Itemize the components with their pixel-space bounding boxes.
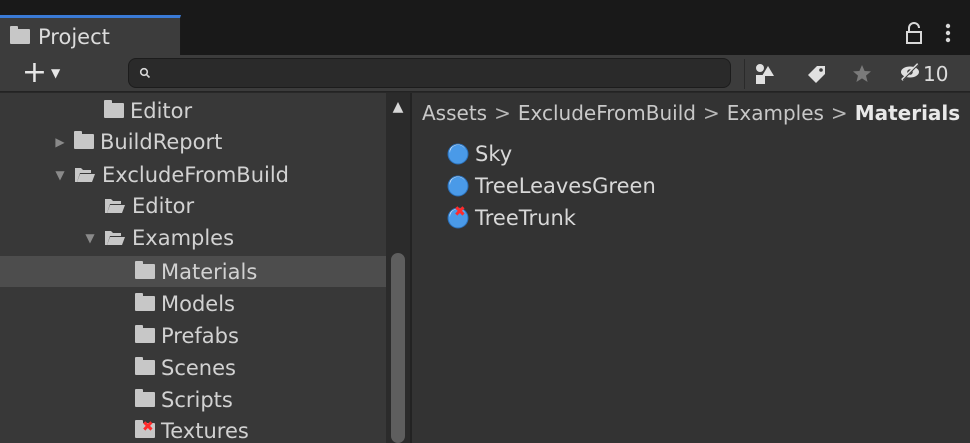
breadcrumb-separator: > — [702, 101, 720, 125]
asset-list-panel: Assets > ExcludeFromBuild > Examples > Materia… — [412, 93, 970, 443]
tree-item-excludefrombuild[interactable]: ▼ ExcludeFromBuild — [0, 159, 386, 190]
asset-item-sky[interactable]: Sky — [447, 138, 512, 169]
project-window: Project + ▼ 10 Editor ▶ BuildReport ▼ Ex… — [0, 0, 970, 443]
tree-item-label: Editor — [132, 193, 195, 218]
breadcrumb-separator: > — [494, 101, 511, 125]
tree-item-prefabs[interactable]: Prefabs — [0, 320, 386, 351]
create-button[interactable]: + ▼ — [2, 57, 80, 89]
breadcrumb-separator: > — [830, 101, 848, 125]
tab-project[interactable]: Project — [0, 15, 181, 55]
tree-item-label: Materials — [161, 259, 258, 284]
tree-item-label: Prefabs — [161, 323, 239, 348]
asset-item-treeleavesgreen[interactable]: TreeLeavesGreen — [447, 170, 656, 201]
asset-label: TreeTrunk — [475, 205, 576, 230]
tree-item-scenes[interactable]: Scenes — [0, 352, 386, 383]
filter-by-label-icon[interactable] — [800, 58, 834, 90]
chevron-down-icon: ▼ — [50, 66, 61, 80]
lock-icon[interactable] — [903, 20, 925, 46]
tree-item-scripts[interactable]: Scripts — [0, 384, 386, 415]
hidden-packages-icon — [899, 62, 921, 86]
folder-open-icon — [104, 198, 126, 214]
hidden-packages-button[interactable]: 10 — [899, 58, 969, 90]
folder-icon — [135, 357, 155, 375]
asset-label: Sky — [475, 141, 513, 166]
material-icon — [447, 143, 469, 165]
tree-item-examples[interactable]: ▼ Examples — [0, 222, 386, 253]
chevron-right-icon[interactable]: ▶ — [52, 135, 68, 149]
folder-icon — [135, 261, 155, 279]
folder-icon — [10, 26, 30, 44]
breadcrumb-current[interactable]: Materials — [855, 101, 961, 125]
asset-item-treetrunk[interactable]: ✖ TreeTrunk — [447, 202, 576, 233]
filter-by-type-icon[interactable] — [748, 58, 782, 90]
search-icon — [139, 64, 151, 83]
tree-item-label: Scripts — [161, 387, 233, 412]
folder-tree: Editor ▶ BuildReport ▼ ExcludeFromBuild — [0, 93, 410, 443]
plus-icon: + — [21, 55, 47, 90]
chevron-down-icon[interactable]: ▼ — [52, 168, 68, 182]
tree-item-textures[interactable]: ✖ Textures — [0, 415, 386, 443]
error-x-icon: ✖ — [142, 419, 154, 435]
error-x-icon: ✖ — [454, 203, 466, 220]
toolbar: + ▼ 10 — [0, 55, 970, 92]
tree-item-buildreport[interactable]: ▶ BuildReport — [0, 126, 386, 157]
more-options-icon[interactable] — [938, 20, 958, 46]
tree-item-materials[interactable]: Materials — [0, 256, 386, 287]
breadcrumb-item[interactable]: ExcludeFromBuild — [518, 101, 696, 125]
folder-open-icon — [104, 230, 126, 246]
folder-open-icon — [74, 167, 96, 183]
asset-label: TreeLeavesGreen — [475, 173, 656, 198]
tree-item-label: Textures — [161, 418, 249, 443]
material-icon — [447, 175, 469, 197]
hidden-count: 10 — [923, 62, 949, 86]
tree-item-editor-sub[interactable]: Editor — [0, 190, 386, 221]
search-box[interactable] — [128, 58, 731, 88]
tree-item-label: Examples — [132, 225, 235, 250]
tree-item-label: ExcludeFromBuild — [102, 162, 290, 187]
tree-item-label: Models — [161, 291, 235, 316]
scrollbar-thumb[interactable] — [391, 253, 405, 443]
folder-icon — [135, 389, 155, 407]
tab-title: Project — [38, 24, 110, 49]
tree-item-models[interactable]: Models — [0, 288, 386, 319]
breadcrumb-item[interactable]: Assets — [422, 101, 487, 125]
folder-icon — [135, 325, 155, 343]
breadcrumb: Assets > ExcludeFromBuild > Examples > Materia… — [422, 101, 960, 125]
favorite-star-icon[interactable] — [845, 58, 879, 90]
material-missing-icon: ✖ — [447, 203, 469, 229]
chevron-down-icon[interactable]: ▼ — [82, 231, 98, 245]
search-input[interactable] — [157, 64, 730, 82]
folder-missing-icon: ✖ — [135, 419, 155, 438]
folder-icon — [74, 131, 94, 149]
tree-item-label: BuildReport — [100, 129, 223, 154]
tree-item-editor[interactable]: Editor — [0, 95, 386, 126]
folder-icon — [135, 293, 155, 311]
tree-scrollbar[interactable]: ▲ — [386, 93, 410, 443]
tree-item-label: Editor — [130, 98, 193, 123]
toolbar-divider — [744, 59, 745, 89]
tree-item-label: Scenes — [161, 355, 236, 380]
scroll-up-icon[interactable]: ▲ — [386, 97, 410, 117]
breadcrumb-item[interactable]: Examples — [727, 101, 824, 125]
folder-icon — [104, 100, 124, 118]
tab-bar: Project — [0, 0, 970, 55]
